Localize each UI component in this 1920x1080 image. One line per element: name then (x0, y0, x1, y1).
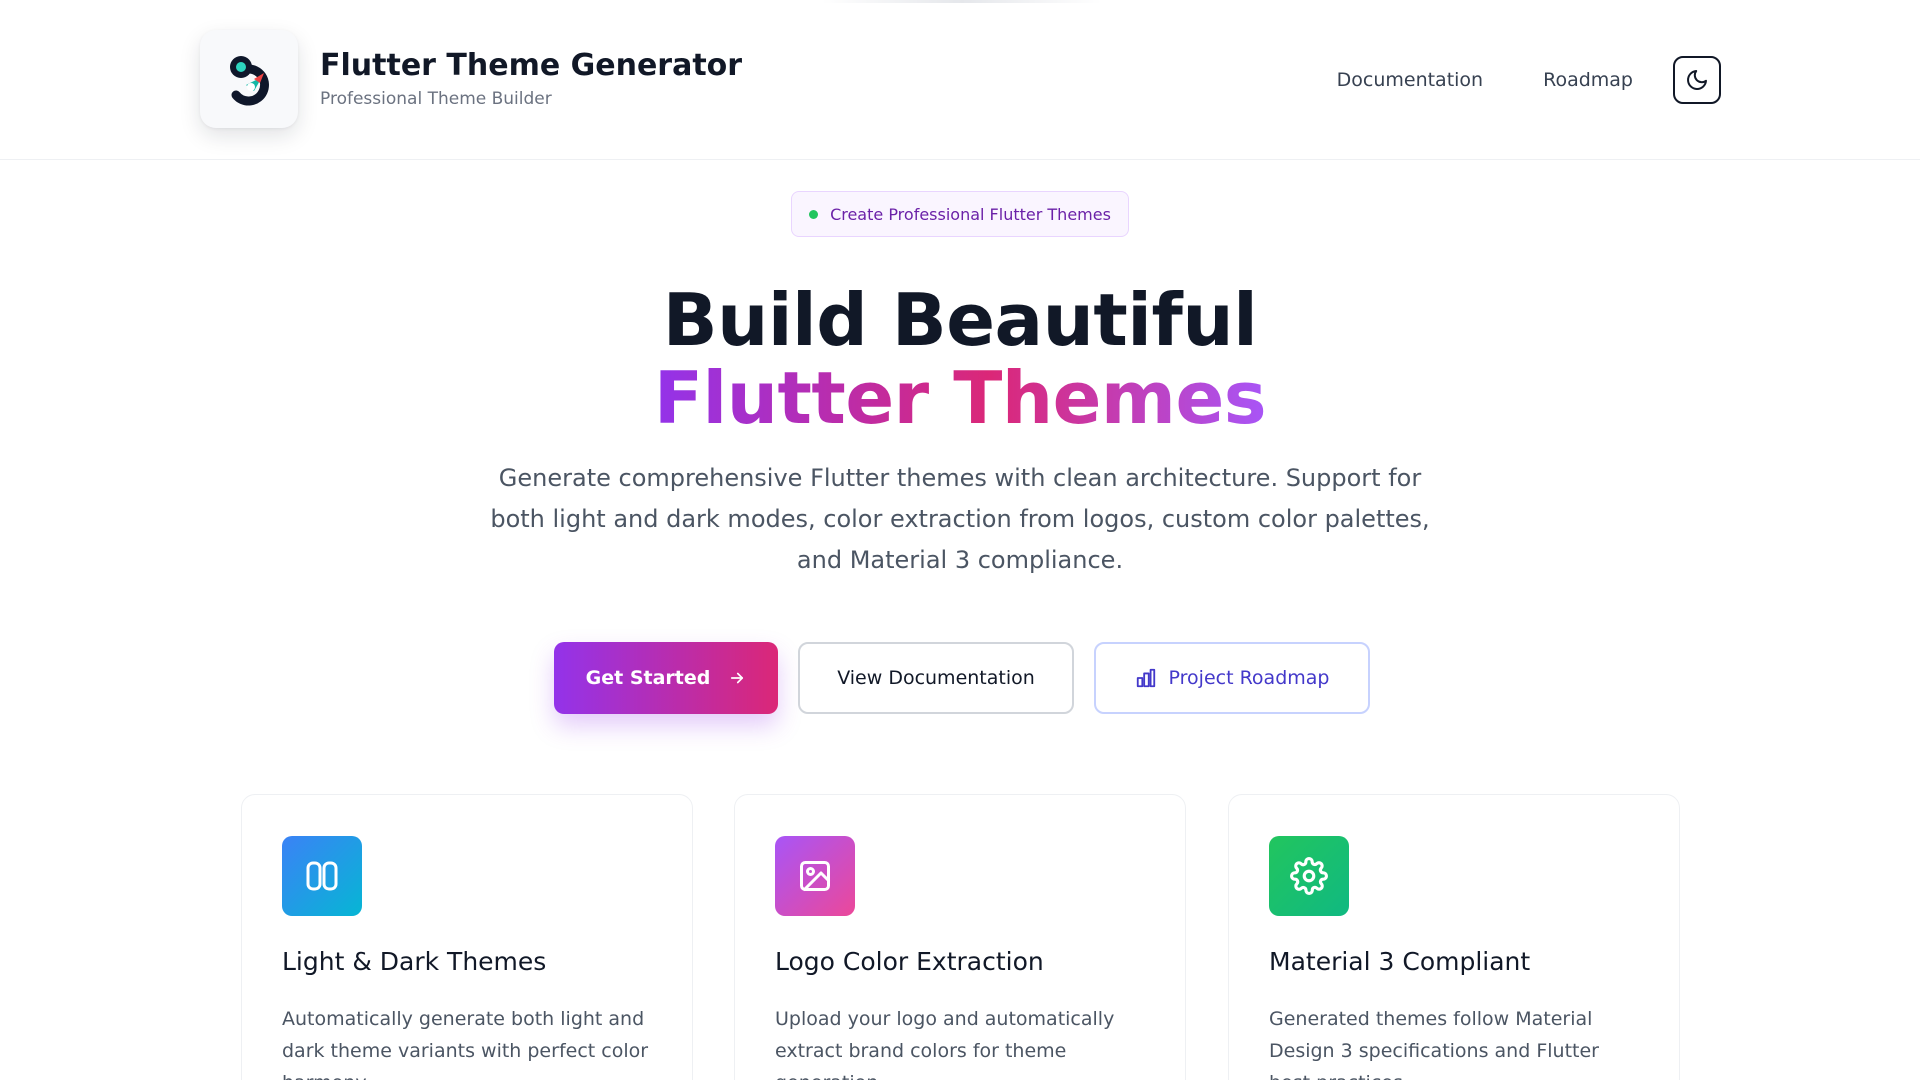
hero-title-gradient-text: Flutter Themes (653, 356, 1267, 440)
nav-link-documentation[interactable]: Documentation (1337, 56, 1483, 104)
brand-text: Flutter Theme Generator Professional The… (320, 47, 742, 111)
status-dot (809, 209, 819, 219)
top-nav: Documentation Roadmap (1337, 56, 1721, 104)
theme-toggle-button[interactable] (1673, 56, 1721, 104)
columns-icon (282, 836, 362, 916)
app-logo[interactable] (200, 30, 298, 128)
hero-title-line1: Build Beautiful (662, 278, 1258, 362)
get-started-label: Get Started (585, 667, 711, 689)
hero-description: Generate comprehensive Flutter themes wi… (490, 464, 1430, 574)
feature-title: Material 3 Compliant (1269, 947, 1531, 976)
bar-chart-icon (1135, 667, 1157, 689)
page: Flutter Theme Generator Professional The… (0, 0, 1920, 1080)
cta-buttons: Get Started View Documentation Project R… (554, 642, 1370, 714)
feature-description: Automatically generate both light and da… (282, 1008, 649, 1080)
hero-badge-text: Create Professional Flutter Themes (830, 204, 1111, 224)
feature-card-light-dark: Light & Dark Themes Automatically genera… (241, 794, 693, 1080)
feature-description: Upload your logo and automatically extra… (775, 1008, 1115, 1080)
brand[interactable]: Flutter Theme Generator Professional The… (200, 30, 742, 128)
flutter-theme-logo-icon (230, 56, 269, 106)
project-roadmap-button[interactable]: Project Roadmap (1094, 642, 1370, 714)
view-documentation-label: View Documentation (837, 667, 1035, 689)
view-documentation-button[interactable]: View Documentation (798, 642, 1074, 714)
moon-icon (1687, 70, 1707, 90)
app-subtitle: Professional Theme Builder (320, 89, 552, 109)
feature-card-material3: Material 3 Compliant Generated themes fo… (1228, 794, 1680, 1080)
image-icon (775, 836, 855, 916)
gear-icon (1269, 836, 1349, 916)
nav-link-roadmap[interactable]: Roadmap (1543, 56, 1633, 104)
hero-title-line2: Flutter Themes (0, 358, 1920, 438)
feature-title: Logo Color Extraction (775, 947, 1044, 976)
feature-title: Light & Dark Themes (282, 947, 547, 976)
feature-description: Generated themes follow Material Design … (1269, 1008, 1599, 1080)
project-roadmap-label: Project Roadmap (1168, 667, 1330, 689)
app-title: Flutter Theme Generator (320, 48, 743, 83)
feature-card-logo-extraction: Logo Color Extraction Upload your logo a… (734, 794, 1186, 1080)
get-started-button[interactable]: Get Started (554, 642, 778, 714)
header: Flutter Theme Generator Professional The… (0, 0, 1920, 160)
hero-badge: Create Professional Flutter Themes (791, 191, 1129, 237)
arrow-right-icon (728, 669, 746, 687)
